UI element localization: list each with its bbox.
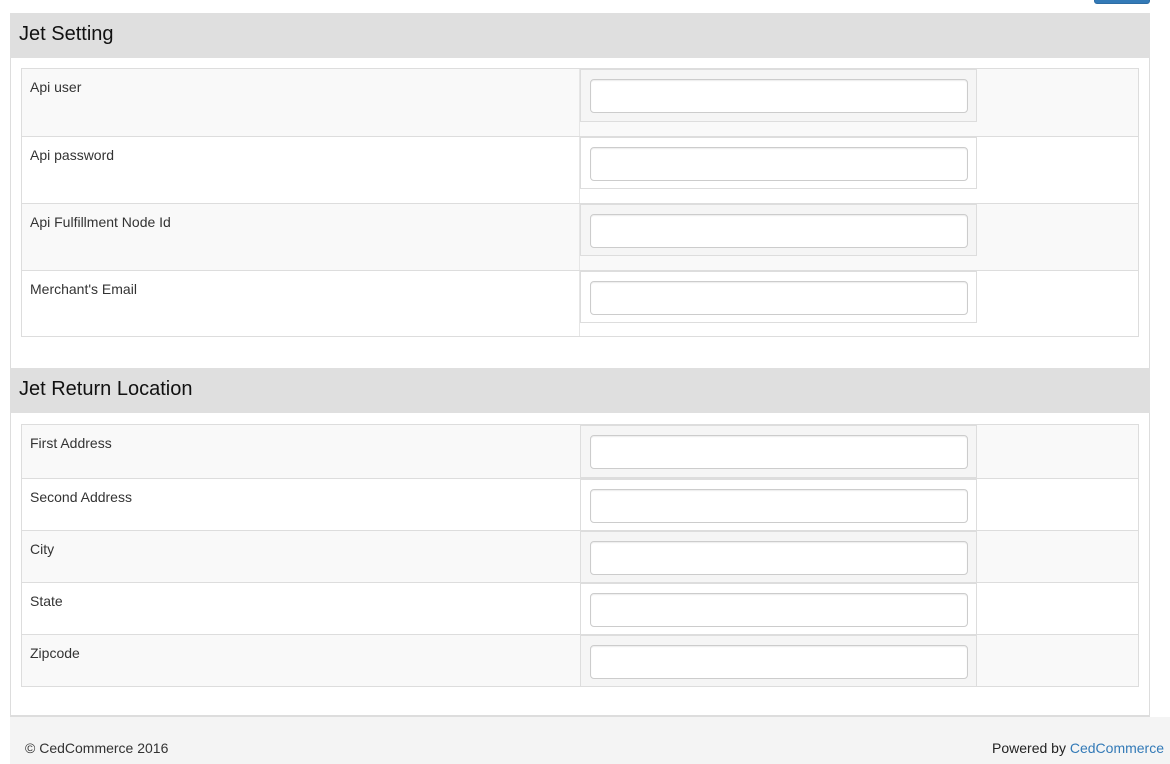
field-label: City xyxy=(30,541,55,557)
cedcommerce-link[interactable]: CedCommerce xyxy=(1070,740,1164,756)
zipcode-input[interactable] xyxy=(590,645,968,679)
field-label: Merchant's Email xyxy=(30,281,137,297)
merchant-email-input[interactable] xyxy=(590,281,968,315)
table-row: Merchant's Email xyxy=(22,270,1138,336)
field-label: First Address xyxy=(30,435,112,451)
field-label: Api password xyxy=(30,147,115,163)
table-row: State xyxy=(22,582,1138,635)
section-title: Jet Setting xyxy=(10,13,1150,58)
city-input[interactable] xyxy=(590,541,968,575)
field-label: State xyxy=(30,593,63,609)
section-title: Jet Return Location xyxy=(10,368,1150,413)
table-row: First Address xyxy=(22,425,1138,478)
table-row: Second Address xyxy=(22,478,1138,531)
powered-by: Powered by CedCommerce xyxy=(992,740,1164,756)
api-user-input[interactable] xyxy=(590,79,968,113)
table-row: Api password xyxy=(22,136,1138,203)
first-address-input[interactable] xyxy=(590,435,968,469)
api-password-input[interactable] xyxy=(590,147,968,181)
copyright-text: © CedCommerce 2016 xyxy=(25,740,169,756)
field-label: Zipcode xyxy=(30,645,80,661)
field-label: Api Fulfillment Node Id xyxy=(30,214,171,230)
field-label: Api user xyxy=(30,79,82,95)
table-row: Zipcode xyxy=(22,634,1138,687)
table-row: Api user xyxy=(22,69,1138,136)
table-row: Api Fulfillment Node Id xyxy=(22,203,1138,270)
save-button[interactable] xyxy=(1094,0,1150,4)
powered-by-text: Powered by xyxy=(992,740,1066,756)
footer: © CedCommerce 2016 Powered by CedCommerc… xyxy=(10,717,1170,764)
jet-setting-table: Api user Api password Api Fulfillment No… xyxy=(21,68,1139,337)
state-input[interactable] xyxy=(590,593,968,627)
table-row: City xyxy=(22,530,1138,583)
jet-return-location-table: First Address Second Address City State … xyxy=(21,424,1139,687)
field-label: Second Address xyxy=(30,489,132,505)
fulfillment-node-id-input[interactable] xyxy=(590,214,968,248)
second-address-input[interactable] xyxy=(590,489,968,523)
